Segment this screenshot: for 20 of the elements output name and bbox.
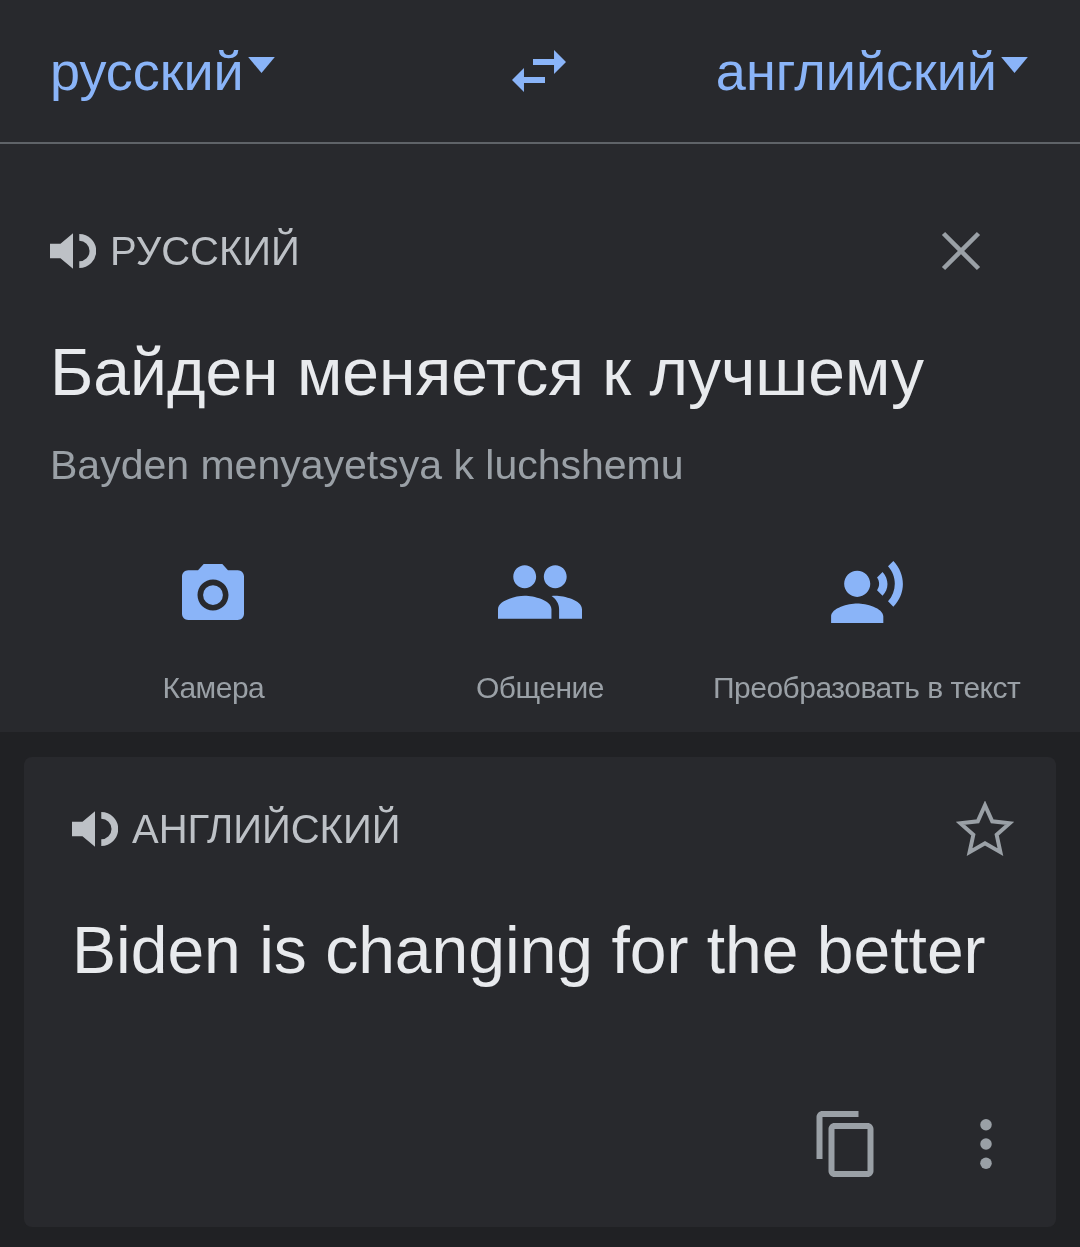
target-language-button[interactable]: английский [715, 39, 1028, 103]
source-language-button[interactable]: русский [50, 39, 275, 103]
source-language-label: РУССКИЙ [110, 228, 300, 274]
translation-text[interactable]: Biden is changing for the better [72, 912, 1014, 988]
star-icon[interactable] [956, 801, 1014, 857]
person-speaking-icon [830, 561, 903, 623]
camera-icon [182, 564, 245, 620]
people-icon [498, 565, 582, 619]
camera-button[interactable]: Камера [50, 560, 377, 706]
target-language-label: АНГЛИЙСКИЙ [132, 806, 401, 852]
close-icon[interactable] [940, 230, 982, 272]
source-text[interactable]: Байден меняется к лучшему [50, 334, 1030, 410]
swap-icon[interactable] [512, 50, 566, 92]
transcribe-button[interactable]: Преобразовать в текст [703, 560, 1030, 706]
transliteration-text: Bayden menyayetsya k luchshemu [50, 441, 685, 489]
more-options-icon[interactable] [978, 1119, 994, 1169]
conversation-button[interactable]: Общение [376, 560, 704, 706]
caret-icon [247, 57, 275, 73]
copy-icon[interactable] [816, 1111, 874, 1177]
caret-icon [1001, 57, 1028, 73]
